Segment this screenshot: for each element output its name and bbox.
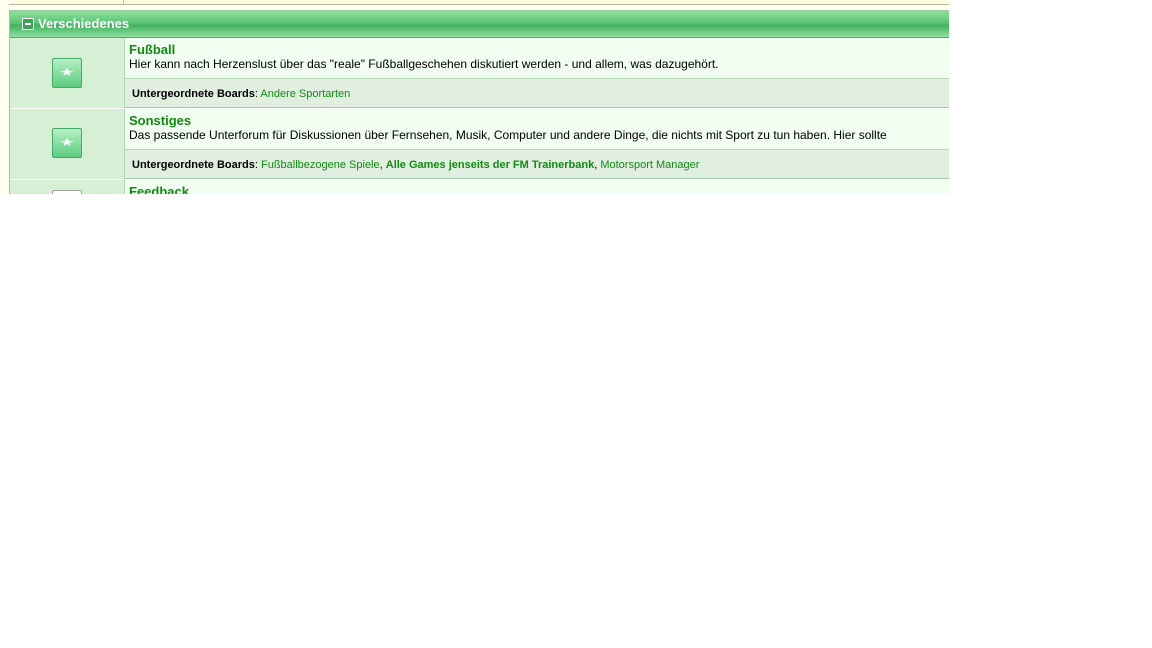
board-description: Hier kann nach Herzenslust über das "rea… [129, 57, 719, 71]
child-board-link[interactable]: Alle Games jenseits der FM Trainerbank [386, 159, 594, 171]
previous-category-row [9, 0, 949, 5]
category-verschiedenes: Verschiedenes Fußball Hier kann nach Her… [9, 10, 949, 194]
board-icon[interactable] [52, 190, 82, 194]
collapse-minus-icon[interactable] [22, 18, 34, 30]
child-board-link[interactable]: Fußballbezogene Spiele [261, 159, 380, 171]
child-board-link[interactable]: Motorsport Manager [600, 159, 699, 171]
board-info: Sonstiges Das passende Unterforum für Di… [125, 109, 949, 150]
forum-viewport: Verschiedenes Fußball Hier kann nach Her… [0, 0, 949, 194]
board-info: Feedback [125, 180, 949, 194]
board-row-sonstiges: Sonstiges Das passende Unterforum für Di… [10, 109, 949, 179]
board-description: Das passende Unterforum für Diskussionen… [129, 128, 887, 142]
board-icon-cell [10, 38, 125, 108]
board-row-fussball: Fußball Hier kann nach Herzenslust über … [10, 38, 949, 108]
child-boards: Untergeordnete Boards: Andere Sportarten [125, 79, 949, 108]
child-boards-label: Untergeordnete Boards [132, 159, 255, 171]
board-row-feedback: Feedback [10, 180, 949, 194]
board-new-posts-icon[interactable] [52, 128, 82, 158]
category-title[interactable]: Verschiedenes [38, 16, 129, 31]
board-name-link[interactable]: Fußball [129, 42, 175, 57]
category-header: Verschiedenes [10, 11, 949, 38]
board-new-posts-icon[interactable] [52, 58, 82, 88]
child-boards-label: Untergeordnete Boards [132, 88, 255, 100]
board-icon-cell [10, 109, 125, 179]
child-board-link[interactable]: Andere Sportarten [260, 88, 350, 100]
board-name-link[interactable]: Feedback [129, 184, 189, 194]
board-name-link[interactable]: Sonstiges [129, 113, 191, 128]
child-boards: Untergeordnete Boards: Fußballbezogene S… [125, 150, 949, 179]
board-icon-cell [10, 180, 125, 194]
board-info: Fußball Hier kann nach Herzenslust über … [125, 38, 949, 79]
